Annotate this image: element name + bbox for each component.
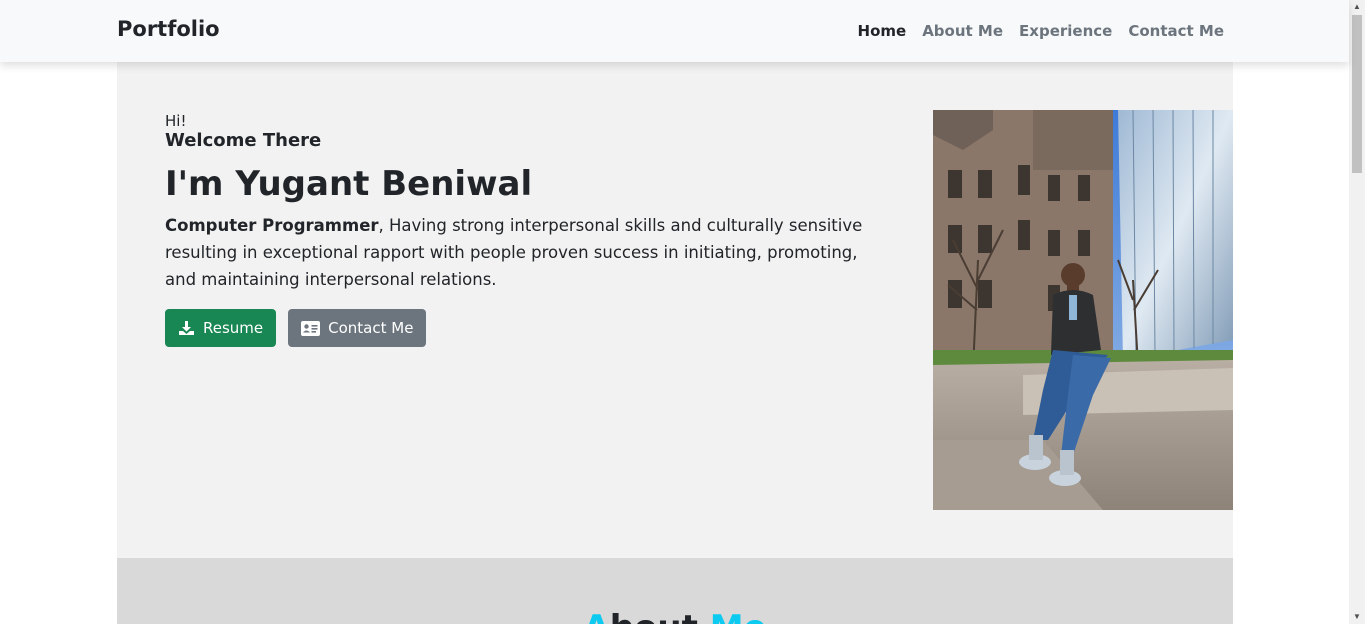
hero-buttons: Resume Contact Me	[165, 309, 885, 347]
resume-label: Resume	[203, 319, 264, 337]
nav-contact-me[interactable]: Contact Me	[1128, 22, 1224, 40]
scroll-down-arrow-icon[interactable]: ▼	[1349, 610, 1365, 624]
address-card-icon	[301, 320, 321, 336]
hero-text: Hi! Welcome There I'm Yugant Beniwal Com…	[165, 112, 885, 347]
contact-me-button[interactable]: Contact Me	[288, 309, 427, 347]
about-heading-me-rest: e	[744, 608, 767, 624]
top-navbar: Portfolio Home About Me Experience Conta…	[0, 0, 1349, 62]
name-heading: I'm Yugant Beniwal	[165, 164, 533, 204]
scroll-up-arrow-icon[interactable]: ▲	[1349, 0, 1365, 14]
about-heading-rest: bout	[610, 608, 710, 624]
contact-me-label: Contact Me	[328, 319, 414, 337]
resume-button[interactable]: Resume	[165, 309, 277, 347]
nav-about-me[interactable]: About Me	[922, 22, 1003, 40]
about-heading-first-letter: A	[583, 608, 609, 624]
about-heading: About Me	[117, 608, 1233, 624]
profile-photo	[933, 110, 1233, 510]
welcome-heading: Welcome There	[165, 130, 322, 151]
nav-home[interactable]: Home	[858, 22, 907, 40]
hero-section: Hi! Welcome There I'm Yugant Beniwal Com…	[117, 62, 1233, 558]
brand-logo[interactable]: Portfolio	[117, 17, 220, 41]
nav-experience[interactable]: Experience	[1019, 22, 1112, 40]
download-icon	[179, 321, 194, 335]
role-title: Computer Programmer	[165, 216, 379, 235]
nav-links: Home About Me Experience Contact Me	[858, 22, 1224, 40]
about-heading-me-letter: M	[710, 608, 744, 624]
page-scrollbar[interactable]: ▲ ▼	[1349, 0, 1365, 624]
scrollbar-thumb[interactable]	[1352, 15, 1362, 173]
intro-paragraph: Computer Programmer, Having strong inter…	[165, 212, 880, 293]
greeting: Hi!	[165, 112, 187, 130]
about-section: About Me	[117, 558, 1233, 624]
